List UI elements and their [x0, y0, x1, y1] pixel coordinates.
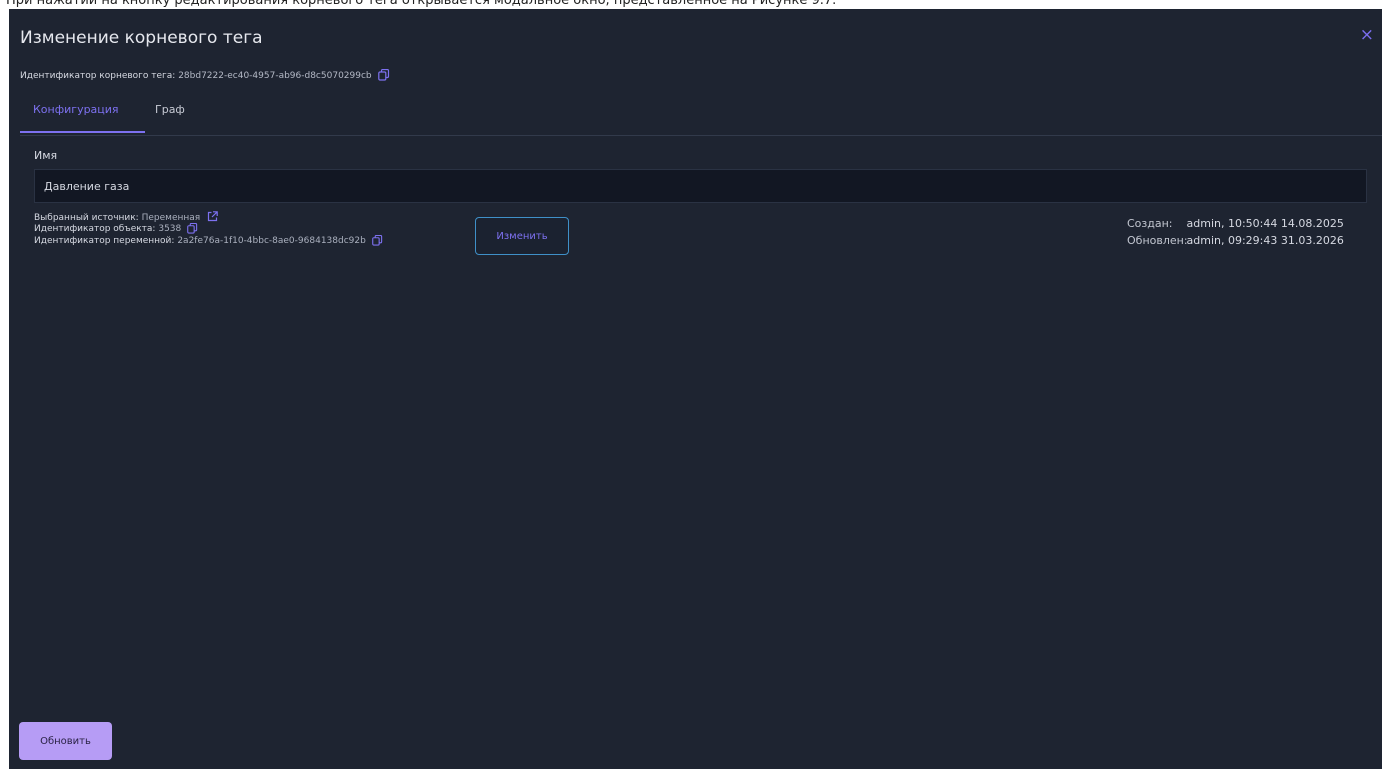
- root-tag-id-label: Идентификатор корневого тега:: [20, 71, 176, 81]
- created-value: admin, 10:50:44 14.08.2025: [1186, 217, 1344, 230]
- update-button[interactable]: Обновить: [19, 722, 112, 760]
- name-field-label: Имя: [34, 149, 58, 162]
- object-id-label: Идентификатор объекта:: [34, 224, 156, 234]
- copy-icon[interactable]: [371, 234, 383, 250]
- change-source-button[interactable]: Изменить: [475, 217, 569, 255]
- variable-id-value: 2a2fe76a-1f10-4bbc-8ae0-9684138dc92b: [177, 236, 366, 246]
- tab-configuration[interactable]: Конфигурация: [33, 103, 119, 116]
- variable-id-row: Идентификатор переменной: 2a2fe76a-1f10-…: [34, 234, 383, 250]
- created-row: Создан: admin, 10:50:44 14.08.2025: [1127, 215, 1344, 232]
- updated-label: Обновлен:: [1127, 234, 1188, 247]
- close-icon[interactable]: ×: [1360, 25, 1374, 45]
- created-label: Создан:: [1127, 217, 1173, 230]
- source-info: Выбранный источник: Переменная Идентифик…: [34, 211, 383, 247]
- selected-source-value: Переменная: [141, 213, 201, 223]
- root-tag-id-row: Идентификатор корневого тега: 28bd7222-e…: [20, 68, 390, 84]
- tab-bar: Конфигурация Граф: [20, 103, 1382, 136]
- audit-info: Создан: admin, 10:50:44 14.08.2025 Обнов…: [1127, 215, 1344, 249]
- modal-title: Изменение корневого тега: [20, 28, 263, 48]
- variable-id-label: Идентификатор переменной:: [34, 236, 175, 246]
- root-tag-id-value: 28bd7222-ec40-4957-ab96-d8c5070299cb: [178, 71, 372, 81]
- tab-graph[interactable]: Граф: [155, 103, 185, 116]
- document-caption: При нажатии на кнопку редактирования кор…: [6, 0, 837, 8]
- edit-root-tag-modal: Изменение корневого тега × Идентификатор…: [9, 9, 1382, 769]
- name-input[interactable]: Давление газа: [34, 169, 1367, 203]
- external-link-icon[interactable]: [207, 211, 218, 226]
- object-id-value: 3538: [158, 224, 182, 234]
- copy-icon[interactable]: [377, 68, 390, 84]
- selected-source-row: Выбранный источник: Переменная: [34, 211, 383, 223]
- selected-source-label: Выбранный источник:: [34, 213, 139, 223]
- updated-value: admin, 09:29:43 31.03.2026: [1186, 234, 1344, 247]
- active-tab-indicator: [20, 131, 145, 133]
- updated-row: Обновлен: admin, 09:29:43 31.03.2026: [1127, 232, 1344, 249]
